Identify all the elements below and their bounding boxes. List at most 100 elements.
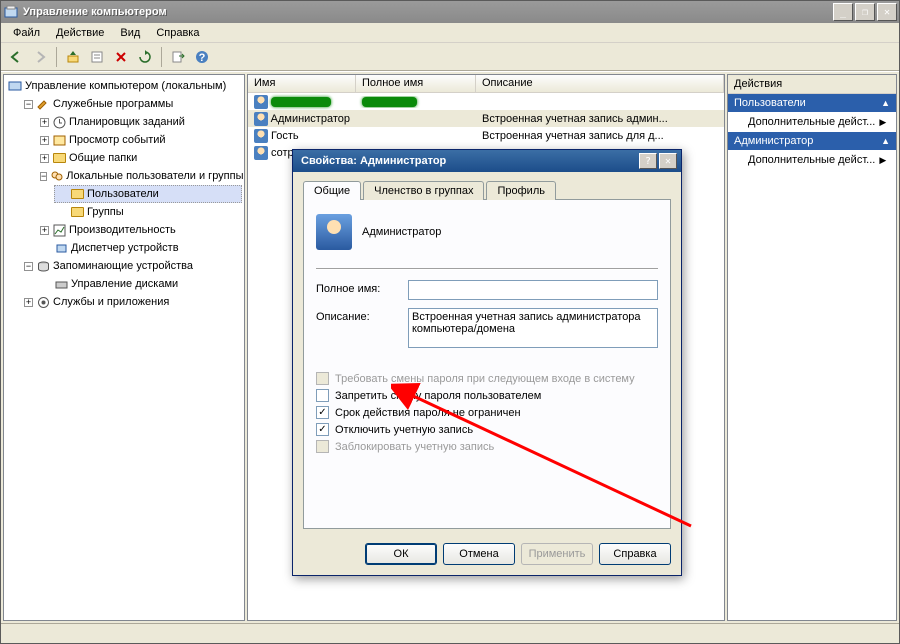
list-row[interactable]: ГостьВстроенная учетная запись для д...	[248, 127, 724, 144]
tree-system-tools[interactable]: − Служебные программы	[22, 95, 242, 113]
actions-section-admin[interactable]: Администратор ▲	[728, 132, 896, 150]
refresh-button[interactable]	[134, 46, 156, 68]
help-button[interactable]: ?	[191, 46, 213, 68]
tree-performance[interactable]: +Производительность	[38, 221, 242, 239]
expander-minus-icon[interactable]: −	[24, 262, 33, 271]
chk-label: Заблокировать учетную запись	[335, 441, 494, 453]
delete-button[interactable]	[110, 46, 132, 68]
chevron-right-icon: ▶	[879, 117, 886, 128]
expander-minus-icon[interactable]: −	[24, 100, 33, 109]
cell-desc: Встроенная учетная запись админ...	[476, 112, 724, 126]
actions-title: Действия	[728, 75, 896, 94]
fullname-input[interactable]	[408, 280, 658, 300]
tree-root[interactable]: Управление компьютером (локальным)	[6, 77, 242, 95]
col-name[interactable]: Имя	[248, 75, 356, 92]
menu-view[interactable]: Вид	[112, 25, 148, 41]
actions-more-users[interactable]: Дополнительные дейст... ▶	[728, 112, 896, 132]
chk-disable-account-row[interactable]: ✓ Отключить учетную запись	[316, 423, 658, 436]
description-input[interactable]	[408, 308, 658, 348]
actions-section-label: Пользователи	[734, 97, 806, 109]
tabpanel-general: Администратор Полное имя: Описание: Треб…	[303, 199, 671, 529]
user-icon	[254, 95, 268, 109]
expander-plus-icon[interactable]: +	[40, 118, 49, 127]
clock-icon	[52, 115, 66, 129]
list-row[interactable]: Администратор Встроенная учетная запись а…	[248, 110, 724, 127]
chk-label: Срок действия пароля не ограничен	[335, 407, 521, 419]
tree-users[interactable]: Пользователи	[54, 185, 242, 203]
services-icon	[36, 295, 50, 309]
chk-cannot-change-row[interactable]: Запретить смену пароля пользователем	[316, 389, 658, 402]
tree-label: Группы	[87, 204, 124, 220]
expander-minus-icon[interactable]: −	[40, 172, 47, 181]
checkbox-checked-icon[interactable]: ✓	[316, 406, 329, 419]
tab-profile[interactable]: Профиль	[486, 181, 556, 200]
col-fullname[interactable]: Полное имя	[356, 75, 476, 92]
menu-action[interactable]: Действие	[48, 25, 112, 41]
chk-must-change-row: Требовать смены пароля при следующем вхо…	[316, 372, 658, 385]
tree-device-manager[interactable]: Диспетчер устройств	[38, 239, 242, 257]
tree-disk-mgmt[interactable]: Управление дисками	[38, 275, 242, 293]
app-icon	[3, 4, 19, 20]
restore-button[interactable]: ❐	[855, 3, 875, 21]
col-desc[interactable]: Описание	[476, 75, 724, 92]
user-icon	[254, 112, 268, 126]
fullname-label: Полное имя:	[316, 280, 408, 295]
cell-name: Гость	[271, 130, 299, 142]
back-button[interactable]	[5, 46, 27, 68]
dialog-titlebar[interactable]: Свойства: Администратор ? ✕	[293, 150, 681, 172]
tree-pane[interactable]: Управление компьютером (локальным) − Слу…	[3, 74, 245, 621]
minimize-button[interactable]: _	[833, 3, 853, 21]
tab-membership[interactable]: Членство в группах	[363, 181, 484, 200]
actions-more-admin[interactable]: Дополнительные дейст... ▶	[728, 150, 896, 170]
tree-services-apps[interactable]: +Службы и приложения	[22, 293, 242, 311]
checkbox-icon[interactable]	[316, 389, 329, 402]
tree-groups[interactable]: Группы	[54, 203, 242, 221]
event-icon	[52, 133, 66, 147]
properties-dialog[interactable]: Свойства: Администратор ? ✕ Общие Членст…	[292, 149, 682, 576]
list-row[interactable]	[248, 93, 724, 110]
properties-button[interactable]	[86, 46, 108, 68]
dialog-tabs: Общие Членство в группах Профиль	[303, 180, 671, 199]
cancel-button[interactable]: Отмена	[443, 543, 515, 565]
tree-task-scheduler[interactable]: +Планировщик заданий	[38, 113, 242, 131]
up-button[interactable]	[62, 46, 84, 68]
description-label: Описание:	[316, 308, 408, 323]
main-window: Управление компьютером _ ❐ ✕ Файл Действ…	[0, 0, 900, 644]
list-header: Имя Полное имя Описание	[248, 75, 724, 93]
actions-section-users[interactable]: Пользователи ▲	[728, 94, 896, 112]
chevron-up-icon: ▲	[881, 98, 890, 108]
forward-button[interactable]	[29, 46, 51, 68]
tree-event-viewer[interactable]: +Просмотр событий	[38, 131, 242, 149]
expander-plus-icon[interactable]: +	[40, 154, 49, 163]
checkbox-checked-icon[interactable]: ✓	[316, 423, 329, 436]
tree-local-users-groups[interactable]: −Локальные пользователи и группы	[38, 167, 242, 185]
computer-icon	[8, 79, 22, 93]
chk-never-expires-row[interactable]: ✓ Срок действия пароля не ограничен	[316, 406, 658, 419]
apply-button[interactable]: Применить	[521, 543, 593, 565]
dialog-close-button[interactable]: ✕	[659, 153, 677, 169]
tree-shared-folders[interactable]: +Общие папки	[38, 149, 242, 167]
actions-item-label: Дополнительные дейст...	[748, 154, 875, 166]
help-button[interactable]: Справка	[599, 543, 671, 565]
expander-plus-icon[interactable]: +	[40, 226, 49, 235]
close-button[interactable]: ✕	[877, 3, 897, 21]
expander-plus-icon[interactable]: +	[24, 298, 33, 307]
svg-text:?: ?	[199, 52, 206, 64]
cell-name: Администратор	[271, 113, 350, 125]
tree-label: Пользователи	[87, 186, 159, 202]
tree-storage[interactable]: −Запоминающие устройства	[22, 257, 242, 275]
menu-help[interactable]: Справка	[148, 25, 207, 41]
menu-file[interactable]: Файл	[5, 25, 48, 41]
tab-general[interactable]: Общие	[303, 181, 361, 200]
tools-icon	[36, 97, 50, 111]
dialog-help-button[interactable]: ?	[639, 153, 657, 169]
ok-button[interactable]: ОК	[365, 543, 437, 565]
titlebar[interactable]: Управление компьютером _ ❐ ✕	[1, 1, 899, 23]
export-button[interactable]	[167, 46, 189, 68]
toolbar-separator-1	[56, 47, 57, 67]
chk-label: Запретить смену пароля пользователем	[335, 390, 541, 402]
dialog-buttons: ОК Отмена Применить Справка	[293, 535, 681, 575]
tree-root-label: Управление компьютером (локальным)	[25, 78, 226, 94]
user-big-icon	[316, 214, 352, 250]
expander-plus-icon[interactable]: +	[40, 136, 49, 145]
